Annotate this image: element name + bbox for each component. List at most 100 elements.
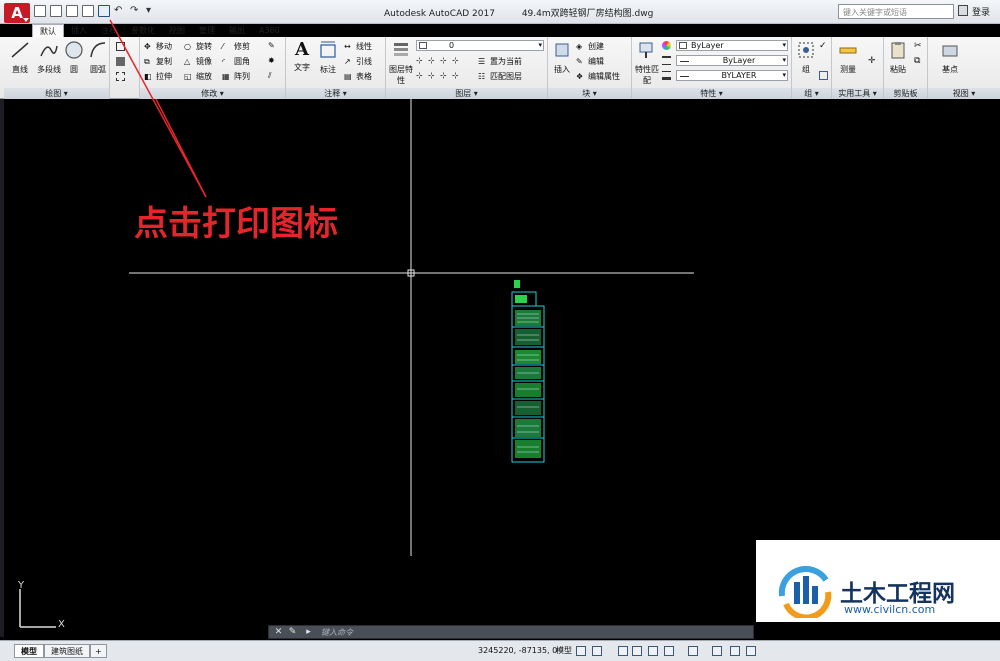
tab-insert[interactable]: 插入 (64, 24, 94, 37)
object-snap-tracking-icon[interactable] (712, 646, 722, 656)
layer-state-icon[interactable]: ⊹ (416, 56, 425, 65)
print-icon[interactable] (98, 5, 110, 17)
polar-icon[interactable] (664, 646, 674, 656)
tab-a360[interactable]: A360 (252, 24, 287, 37)
tab-output[interactable]: 输出 (222, 24, 252, 37)
text-button[interactable]: A 文字 (290, 40, 314, 73)
recent-commands-icon[interactable]: ▸ (303, 627, 314, 638)
match-layer-button[interactable]: ☷ 匹配图层 (478, 71, 522, 82)
circle-button[interactable]: 圆 (62, 40, 86, 75)
scale-button[interactable]: ◱ 缩放 (184, 71, 212, 82)
layer-off-icon[interactable]: ⊹ (440, 56, 449, 65)
close-icon[interactable]: ✕ (273, 627, 284, 638)
tab-parametric[interactable]: 参数化 (124, 24, 162, 37)
region-button[interactable] (116, 72, 125, 81)
layer-properties-button[interactable]: 图层特性 (388, 40, 414, 86)
rectangle-button[interactable] (116, 42, 125, 51)
panel-modify-footer[interactable]: 修改 ▾ (140, 88, 285, 99)
layer-match-icon[interactable]: ⊹ (452, 71, 461, 80)
save-icon[interactable] (66, 5, 78, 17)
tab-annotate[interactable]: 注释 (94, 24, 124, 37)
add-layout-button[interactable]: + (90, 644, 107, 658)
panel-group-footer[interactable]: 组 ▾ (792, 88, 831, 99)
infer-constraints-icon[interactable] (618, 646, 628, 656)
cut-icon[interactable]: ✂ (914, 41, 923, 51)
model-space-button[interactable]: 模型 (556, 645, 572, 656)
redo-icon[interactable]: ↷ (130, 5, 142, 17)
application-menu-button[interactable]: A (4, 3, 30, 23)
linear-button[interactable]: ↔ 线性 (344, 41, 372, 52)
user-icon[interactable] (958, 5, 968, 16)
table-button[interactable]: ▤ 表格 (344, 71, 372, 82)
command-input[interactable]: 键入命令 (321, 627, 353, 638)
layer-dropdown[interactable]: 0 ▾ (416, 40, 544, 51)
copy-button[interactable]: ⧉ 复制 (144, 56, 172, 67)
id-point-icon[interactable]: ✛ (868, 56, 877, 66)
copy-clip-icon[interactable]: ⧉ (914, 56, 923, 66)
move-button[interactable]: ✥ 移动 (144, 41, 172, 52)
mirror-button[interactable]: △ 镜像 (184, 56, 212, 67)
rotate-button[interactable]: ○ 旋转 (184, 41, 212, 52)
save-as-icon[interactable] (82, 5, 94, 17)
leader-button[interactable]: ↗ 引线 (344, 56, 372, 67)
panel-draw-footer[interactable]: 绘图 ▾ (4, 88, 109, 99)
ortho-icon[interactable] (648, 646, 658, 656)
color-dropdown[interactable]: ByLayer ▾ (676, 40, 788, 51)
tab-home[interactable]: 默认 (32, 24, 64, 37)
open-icon[interactable] (50, 5, 62, 17)
polyline-button[interactable]: 多段线 (34, 40, 64, 75)
undo-icon[interactable]: ↶ (114, 5, 126, 17)
array-button[interactable]: ▦ 阵列 (222, 71, 250, 82)
panel-annotation-footer[interactable]: 注释 ▾ (286, 88, 385, 99)
layer-isolate-icon[interactable]: ⊹ (428, 56, 437, 65)
dimension-button[interactable]: 标注 (316, 40, 340, 75)
search-input[interactable]: 键入关键字或短语 (838, 4, 954, 19)
workspace-icon[interactable] (746, 646, 756, 656)
panel-view-footer[interactable]: 视图 ▾ (928, 88, 1000, 99)
erase-button[interactable]: ✎ (268, 41, 277, 50)
explode-button[interactable]: ✸ (268, 56, 277, 65)
panel-utilities-footer[interactable]: 实用工具 ▾ (832, 88, 883, 99)
group-edit-icon[interactable] (819, 71, 828, 80)
create-block-button[interactable]: ◈ 创建 (576, 41, 604, 52)
lineweight-dropdown[interactable]: BYLAYER ▾ (676, 70, 788, 81)
linetype-dropdown[interactable]: ByLayer ▾ (676, 55, 788, 66)
panel-properties-footer[interactable]: 特性 ▾ (632, 88, 791, 99)
sign-in-link[interactable]: 登录 (972, 5, 990, 18)
layout-tab-sheet[interactable]: 建筑图纸 (44, 644, 90, 658)
stretch-button[interactable]: ◧ 拉伸 (144, 71, 172, 82)
tab-view[interactable]: 视图 (162, 24, 192, 37)
new-icon[interactable] (34, 5, 46, 17)
offset-button[interactable]: ⫽ (268, 71, 277, 80)
make-current-button[interactable]: ☰ 置为当前 (478, 56, 522, 67)
layer-unlock-icon[interactable]: ⊹ (440, 71, 449, 80)
panel-block-footer[interactable]: 块 ▾ (548, 88, 631, 99)
layout-tab-model[interactable]: 模型 (14, 644, 44, 658)
insert-button[interactable]: 插入 (550, 40, 574, 75)
panel-layers-footer[interactable]: 图层 ▾ (386, 88, 547, 99)
measure-button[interactable]: 测量 (836, 40, 860, 75)
layer-freeze-icon[interactable]: ⊹ (452, 56, 461, 65)
panel-clipboard-footer[interactable]: 剪贴板 (884, 88, 927, 99)
line-button[interactable]: 直线 (8, 40, 32, 75)
layer-walk-icon[interactable]: ⊹ (416, 71, 425, 80)
snap-icon[interactable] (592, 646, 602, 656)
lineweight-toggle-icon[interactable] (730, 646, 740, 656)
isodraft-icon[interactable] (688, 646, 698, 656)
hatch-button[interactable] (116, 57, 125, 66)
customize-qat-icon[interactable]: ▾ (146, 5, 158, 17)
match-properties-button[interactable]: 特性匹配 (634, 40, 660, 86)
base-point-button[interactable]: 基点 (938, 40, 962, 75)
dynamic-input-icon[interactable] (632, 646, 642, 656)
arc-button[interactable]: 圆弧 (86, 40, 110, 75)
tab-manage[interactable]: 管理 (192, 24, 222, 37)
paste-button[interactable]: 粘贴 (886, 40, 910, 75)
edit-block-button[interactable]: ✎ 编辑 (576, 56, 604, 67)
wrench-icon[interactable]: ✎ (287, 627, 298, 638)
group-button[interactable]: 组 (794, 40, 818, 75)
trim-button[interactable]: ⁄ 修剪 (222, 41, 250, 52)
ungroup-icon[interactable]: ✓ (819, 41, 828, 51)
layer-lock-icon[interactable]: ⊹ (428, 71, 437, 80)
fillet-button[interactable]: ◜ 圆角 (222, 56, 250, 67)
edit-attributes-button[interactable]: ❖ 编辑属性 (576, 71, 620, 82)
